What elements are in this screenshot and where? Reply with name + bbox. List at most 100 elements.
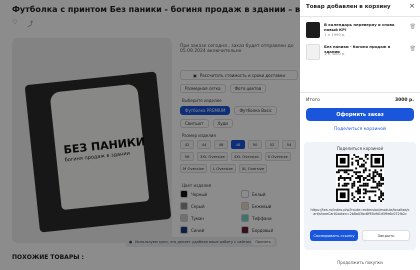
qr-module (351, 192, 354, 195)
qr-module (347, 182, 350, 185)
qr-module (339, 169, 342, 172)
qr-module (359, 196, 361, 199)
copy-link-button[interactable]: Скопировать ссылку (310, 230, 358, 241)
qr-module (351, 184, 354, 187)
cart-item-name: В календарь переверну и снова новый КР! (324, 22, 395, 32)
qr-module (364, 167, 367, 170)
qr-module (366, 184, 369, 187)
qr-module (360, 163, 363, 166)
qr-module (380, 169, 383, 172)
qr-module (370, 200, 373, 202)
qr-module (347, 177, 350, 179)
qr-module (364, 184, 367, 187)
qr-module (368, 178, 371, 181)
qr-module (382, 192, 384, 195)
qr-module (339, 175, 342, 178)
qr-module (362, 200, 365, 202)
qr-module (343, 182, 346, 185)
qr-module (362, 184, 365, 187)
qr-module (380, 173, 383, 176)
qr-module (360, 165, 363, 168)
qr-module (337, 184, 340, 187)
qr-module (360, 200, 363, 202)
qr-module (351, 175, 354, 178)
qr-module (337, 169, 340, 172)
qr-module (380, 200, 383, 202)
qr-module (380, 184, 383, 187)
qr-module (357, 177, 360, 179)
qr-module (343, 178, 346, 181)
qr-module (372, 180, 375, 183)
qr-module (357, 198, 360, 201)
qr-module (343, 177, 346, 179)
qr-module (380, 182, 383, 185)
qr-module (359, 178, 361, 181)
qr-module (372, 177, 375, 179)
qr-module (351, 198, 354, 201)
share-cart-link[interactable]: Поделиться корзиной (300, 127, 420, 132)
qr-module (353, 184, 356, 187)
qr-module (345, 169, 348, 172)
qr-module (382, 194, 384, 197)
qr-module (372, 200, 375, 202)
qr-module (378, 173, 381, 176)
qr-module (359, 200, 361, 202)
qr-module (355, 200, 358, 202)
qr-module (351, 186, 354, 189)
qr-module (374, 175, 377, 178)
qr-module (355, 177, 358, 179)
trash-icon[interactable]: 🗑 (410, 46, 416, 52)
qr-module (362, 159, 365, 162)
qr-module (357, 180, 360, 183)
qr-module (351, 182, 354, 185)
checkout-button[interactable]: Оформить заказ (306, 108, 414, 121)
qr-module (345, 171, 348, 174)
continue-shopping-link[interactable]: Продолжить покупки (300, 260, 420, 265)
qr-module (362, 177, 365, 179)
cart-item-qty: 1 × 3000 р. (324, 52, 346, 56)
qr-module (360, 184, 363, 187)
qr-finder (339, 157, 346, 164)
qr-module (370, 190, 373, 193)
qr-module (380, 196, 383, 199)
trash-icon[interactable]: 🗑 (410, 24, 416, 30)
qr-module (360, 157, 363, 160)
qr-module (368, 173, 371, 176)
qr-module (376, 186, 379, 189)
qr-module (339, 177, 342, 179)
qr-module (364, 177, 367, 179)
qr-module (357, 161, 360, 164)
share-url[interactable]: https://tea.ru/index.php?route=extension… (310, 208, 410, 217)
qr-finder (374, 157, 381, 164)
qr-module (362, 165, 365, 168)
qr-module (336, 171, 338, 174)
qr-module (376, 184, 379, 187)
qr-module (362, 182, 365, 185)
qr-module (360, 175, 363, 178)
close-icon[interactable]: × (409, 2, 415, 10)
qr-module (382, 177, 384, 179)
qr-module (353, 196, 356, 199)
close-share-button[interactable]: Закрыть (362, 230, 410, 241)
qr-module (355, 171, 358, 174)
qr-module (337, 178, 340, 181)
qr-module (378, 175, 381, 178)
qr-module (368, 198, 371, 201)
qr-module (364, 190, 367, 193)
qr-module (362, 169, 365, 172)
qr-module (362, 178, 365, 181)
qr-module (355, 159, 358, 162)
divider (300, 16, 420, 17)
qr-module (351, 161, 354, 164)
qr-module (353, 171, 356, 174)
qr-code (336, 154, 384, 202)
qr-finder (339, 192, 346, 199)
qr-module (351, 163, 354, 166)
qr-module (355, 190, 358, 193)
qr-module (368, 169, 371, 172)
qr-module (374, 171, 377, 174)
qr-module (337, 182, 340, 185)
qr-module (349, 169, 352, 172)
total-value: 3000 р. (394, 98, 414, 103)
qr-module (378, 188, 381, 191)
